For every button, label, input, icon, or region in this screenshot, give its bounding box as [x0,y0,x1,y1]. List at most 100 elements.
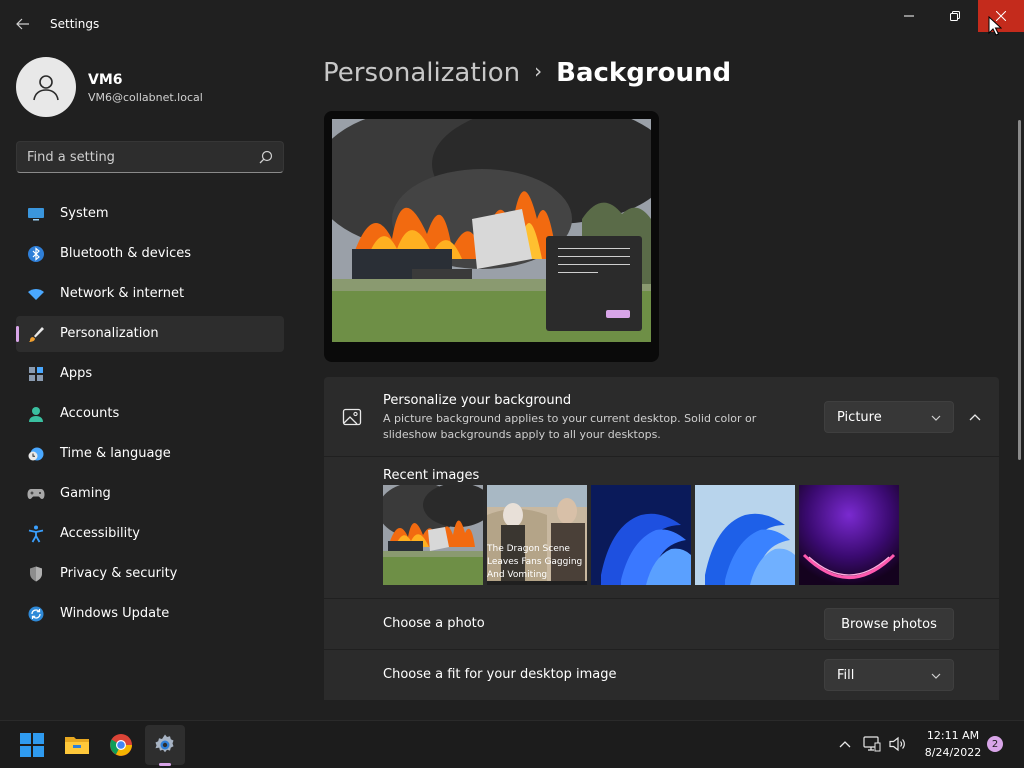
fit-dropdown[interactable]: Fill [824,659,954,691]
clock-globe-icon [27,445,45,463]
sidebar-item-network[interactable]: Network & internet [16,276,284,312]
monitor-icon [27,205,45,223]
update-icon [27,605,45,623]
gear-icon [155,734,174,753]
chevron-up-icon [839,741,851,748]
volume-tray-button[interactable] [889,735,907,753]
sidebar-item-label: Time & language [60,446,171,461]
breadcrumb: Personalization › Background [323,58,731,88]
desktop-preview [324,111,659,362]
recent-image-thumbnail[interactable] [695,485,795,585]
apps-icon [27,365,45,383]
sidebar-item-label: Apps [60,366,93,381]
sidebar-item-bluetooth[interactable]: Bluetooth & devices [16,236,284,272]
chrome-button[interactable] [101,725,141,765]
person-icon [27,405,45,423]
restore-button[interactable] [932,0,978,32]
mini-line [558,272,598,273]
brush-icon [27,325,45,343]
mini-line [558,264,630,265]
recent-image-thumbnail[interactable]: The Dragon Scene Leaves Fans Gagging And… [487,485,587,585]
chevron-right-icon: › [534,59,543,83]
dropdown-value: Fill [837,668,855,683]
sidebar-item-accessibility[interactable]: Accessibility [16,516,284,552]
start-button[interactable] [12,725,52,765]
minimize-button[interactable] [886,0,932,32]
settings-taskbar-button[interactable] [145,725,185,765]
choose-photo-label: Choose a photo [383,616,485,631]
chevron-down-icon [931,673,941,679]
sidebar-item-accounts[interactable]: Accounts [16,396,284,432]
search-icon[interactable] [259,150,273,164]
clock-date[interactable]: 8/24/2022 [920,746,986,759]
sidebar-item-label: System [60,206,109,221]
collapse-button[interactable] [962,405,988,429]
user-name: VM6 [88,72,123,88]
recent-images-label: Recent images [383,468,480,483]
folder-icon [65,737,89,754]
accessibility-icon [27,525,45,543]
sidebar-item-time-language[interactable]: Time & language [16,436,284,472]
wifi-icon [27,285,45,303]
sidebar-item-label: Gaming [60,486,111,501]
show-hidden-icons-button[interactable] [836,735,854,753]
windows-logo-icon [20,733,44,757]
active-app-indicator [159,763,171,766]
speaker-icon [889,736,905,752]
title-bar: Settings [0,0,1024,48]
back-button[interactable] [10,12,36,36]
sidebar-item-windows-update[interactable]: Windows Update [16,596,284,632]
sidebar-item-gaming[interactable]: Gaming [16,476,284,512]
mini-line [558,248,630,249]
recent-image-thumbnail[interactable] [799,485,899,585]
notification-badge[interactable]: 2 [987,736,1003,752]
file-explorer-button[interactable] [57,725,97,765]
user-email: VM6@collabnet.local [88,91,203,104]
choose-fit-label: Choose a fit for your desktop image [383,667,617,682]
minimize-icon [904,15,914,17]
search-input[interactable] [27,148,247,166]
mini-accent-button [606,310,630,318]
mouse-cursor-icon [988,16,1002,36]
selection-indicator [16,326,19,342]
background-type-dropdown[interactable]: Picture [824,401,954,433]
sidebar-item-apps[interactable]: Apps [16,356,284,392]
choose-photo-row: Choose a photo Browse photos [324,599,999,649]
choose-fit-row: Choose a fit for your desktop image Fill [324,650,999,700]
settings-window: Settings VM6 VM6@collabnet.local System … [0,0,1024,720]
avatar[interactable] [16,57,76,117]
chevron-down-icon [931,415,941,421]
sidebar-item-label: Network & internet [60,286,185,301]
recent-images-card: Recent images The Dragon Scene Leaves Fa… [324,457,999,598]
sidebar-item-personalization[interactable]: Personalization [16,316,284,352]
sidebar-item-label: Bluetooth & devices [60,246,191,261]
page-title: Background [556,58,732,88]
sidebar-item-system[interactable]: System [16,196,284,232]
restore-icon [950,11,960,21]
bluetooth-icon [27,245,45,263]
shield-icon [27,565,45,583]
image-icon [342,408,362,426]
sidebar-item-label: Privacy & security [60,566,178,581]
recent-image-thumbnail[interactable] [383,485,483,585]
person-icon [33,75,59,101]
thumbnail-carousel-bar [487,581,587,585]
clock-time[interactable]: 12:11 AM [920,729,986,742]
search-box [16,141,284,173]
taskbar: 12:11 AM 8/24/2022 [0,720,1024,768]
breadcrumb-parent[interactable]: Personalization [323,58,520,88]
network-tray-button[interactable] [863,735,881,753]
wallpaper-preview-image [332,119,651,342]
sidebar-item-privacy[interactable]: Privacy & security [16,556,284,592]
sidebar-item-label: Personalization [60,326,159,341]
browse-photos-button[interactable]: Browse photos [824,608,954,640]
scrollbar[interactable] [1018,120,1021,460]
network-icon [863,736,881,752]
section-title: Personalize your background [383,393,572,408]
gamepad-icon [27,485,45,503]
mini-line [558,256,630,257]
recent-image-thumbnail[interactable] [591,485,691,585]
sidebar-item-label: Accessibility [60,526,140,541]
thumbnail-caption: The Dragon Scene Leaves Fans Gagging And… [487,544,583,580]
sidebar-nav: System Bluetooth & devices Network & int… [16,196,284,636]
